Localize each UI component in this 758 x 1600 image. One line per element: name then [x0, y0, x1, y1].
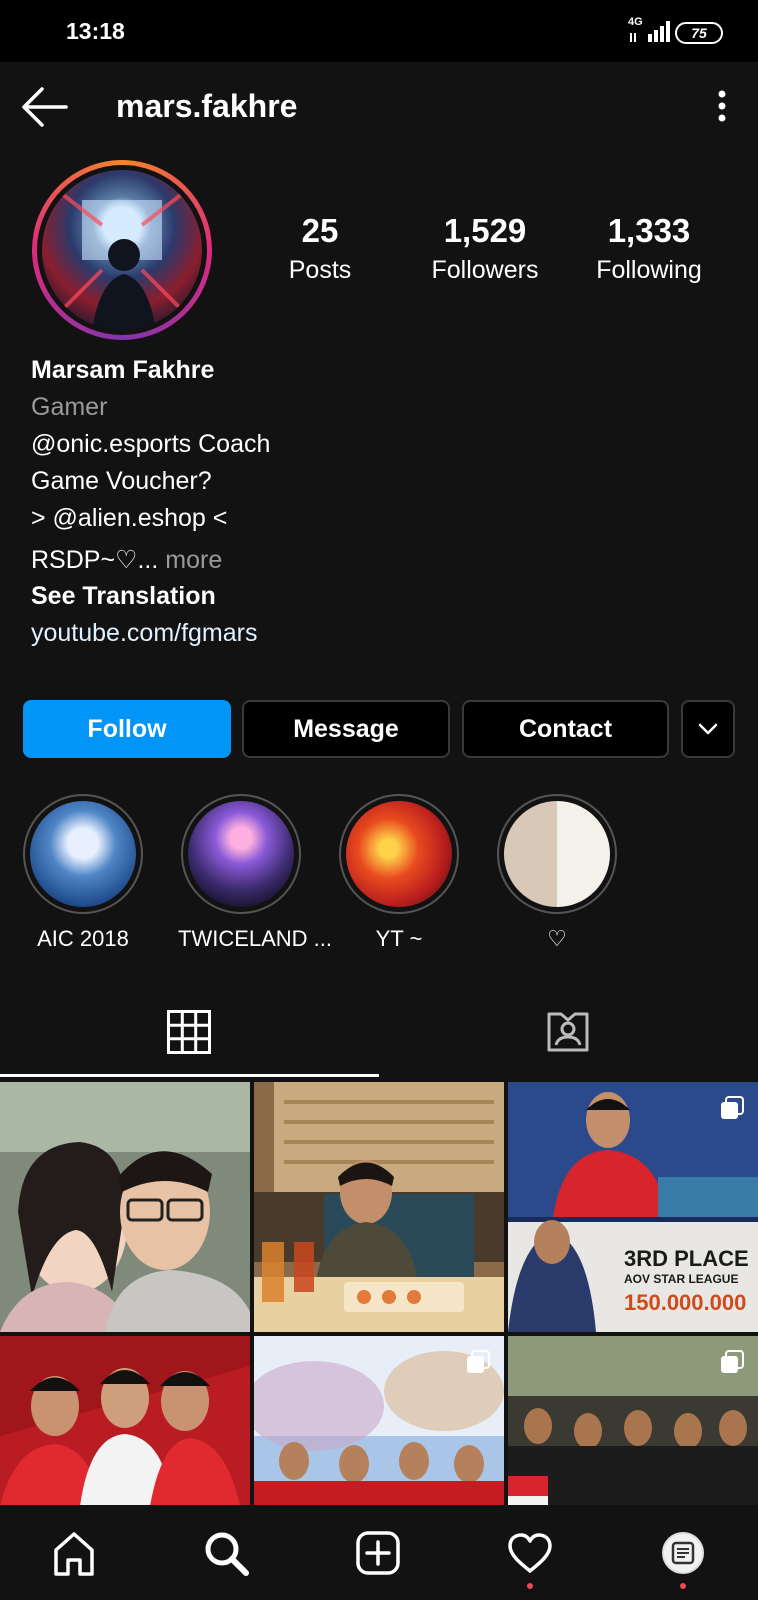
follow-button[interactable]: Follow	[23, 700, 231, 758]
more-options-button[interactable]	[708, 88, 736, 128]
bio-line-3: > @alien.eshop <	[31, 504, 228, 532]
profile-avatar-icon	[671, 1541, 695, 1565]
post-thumbnail[interactable]	[254, 1082, 504, 1332]
highlight-image	[30, 801, 136, 907]
see-translation-link[interactable]: See Translation	[31, 582, 216, 611]
highlight-heart[interactable]: ♡	[494, 794, 620, 952]
activity-notification-dot	[527, 1583, 533, 1589]
back-button[interactable]	[18, 82, 74, 132]
following-value: 1,333	[607, 212, 691, 249]
message-button[interactable]: Message	[242, 700, 450, 758]
post-overlay-line1: 3RD PLACE	[624, 1246, 749, 1271]
add-post-icon	[356, 1531, 400, 1575]
followers-label: Followers	[431, 256, 539, 284]
highlight-label: YT ~	[375, 926, 423, 951]
followers-count[interactable]: 1,529 Followers	[410, 212, 560, 285]
highlight-label: ♡	[547, 926, 567, 951]
profile-full-name: Marsam Fakhre	[31, 356, 215, 384]
post-image	[0, 1336, 250, 1506]
profile-category: Gamer	[31, 393, 108, 421]
highlight-label: TWICELAND ...	[178, 926, 333, 951]
post-overlay-line2: AOV STAR LEAGUE	[624, 1272, 738, 1286]
multiple-posts-icon	[721, 1350, 744, 1373]
nav-home[interactable]	[52, 1530, 96, 1576]
status-time: 13:18	[66, 18, 125, 44]
tagged-person-icon	[547, 1012, 589, 1052]
posts-count: 25 Posts	[245, 212, 395, 285]
profile-avatar[interactable]	[32, 160, 212, 340]
multiple-posts-icon	[467, 1350, 490, 1373]
post-thumbnail[interactable]	[254, 1336, 504, 1506]
tab-tagged[interactable]	[545, 1010, 591, 1054]
highlight-aic-2018[interactable]: AIC 2018	[20, 794, 146, 952]
post-thumbnail[interactable]	[508, 1336, 758, 1506]
avatar-image	[42, 170, 202, 330]
profile-tabs	[0, 985, 758, 1077]
bio-line-4-text: RSDP~♡...	[31, 546, 159, 574]
bio-line-4: RSDP~♡... more	[31, 545, 222, 575]
post-overlay-line3: 150.000.000	[624, 1290, 746, 1315]
followers-value: 1,529	[443, 212, 527, 249]
posts-value: 25	[301, 212, 339, 249]
highlight-image	[504, 801, 610, 907]
following-label: Following	[596, 256, 702, 284]
heart-icon	[508, 1533, 552, 1573]
active-tab-indicator	[0, 1074, 379, 1077]
more-vertical-icon	[718, 90, 726, 122]
nav-profile-avatar[interactable]	[662, 1532, 704, 1574]
tab-posts-grid[interactable]	[167, 1010, 211, 1054]
highlight-yt[interactable]: YT ~	[336, 794, 462, 952]
highlight-label: AIC 2018	[37, 926, 129, 951]
highlight-image	[188, 801, 294, 907]
highlight-twiceland[interactable]: TWICELAND ...	[178, 794, 333, 952]
arrow-left-icon	[22, 87, 68, 127]
bio-line-2: Game Voucher?	[31, 467, 212, 495]
multiple-posts-icon	[721, 1096, 744, 1119]
home-icon	[54, 1532, 94, 1576]
post-thumbnail[interactable]: 3RD PLACE AOV STAR LEAGUE 150.000.000	[508, 1082, 758, 1332]
chevron-down-icon	[698, 723, 718, 735]
post-thumbnail[interactable]	[0, 1336, 250, 1506]
highlight-image	[346, 801, 452, 907]
search-icon	[205, 1532, 249, 1576]
bio-more-link[interactable]: more	[158, 546, 222, 574]
nav-new-post[interactable]	[356, 1531, 400, 1575]
nav-activity[interactable]	[507, 1532, 553, 1574]
bio-line-1: @onic.esports Coach	[31, 430, 271, 458]
following-count[interactable]: 1,333 Following	[574, 212, 724, 285]
profile-website-link[interactable]: youtube.com/fgmars	[31, 619, 258, 648]
post-image	[254, 1082, 504, 1332]
posts-label: Posts	[288, 256, 352, 284]
profile-notification-dot	[680, 1583, 686, 1589]
profile-username: mars.fakhre	[116, 88, 298, 124]
signal-icon: 4G	[628, 16, 674, 44]
post-image	[0, 1082, 250, 1332]
contact-button[interactable]: Contact	[462, 700, 669, 758]
grid-icon	[167, 1010, 211, 1054]
nav-search[interactable]	[203, 1530, 249, 1576]
post-thumbnail[interactable]	[0, 1082, 250, 1332]
battery-indicator: 75	[675, 22, 723, 44]
suggested-accounts-button[interactable]	[681, 700, 735, 758]
